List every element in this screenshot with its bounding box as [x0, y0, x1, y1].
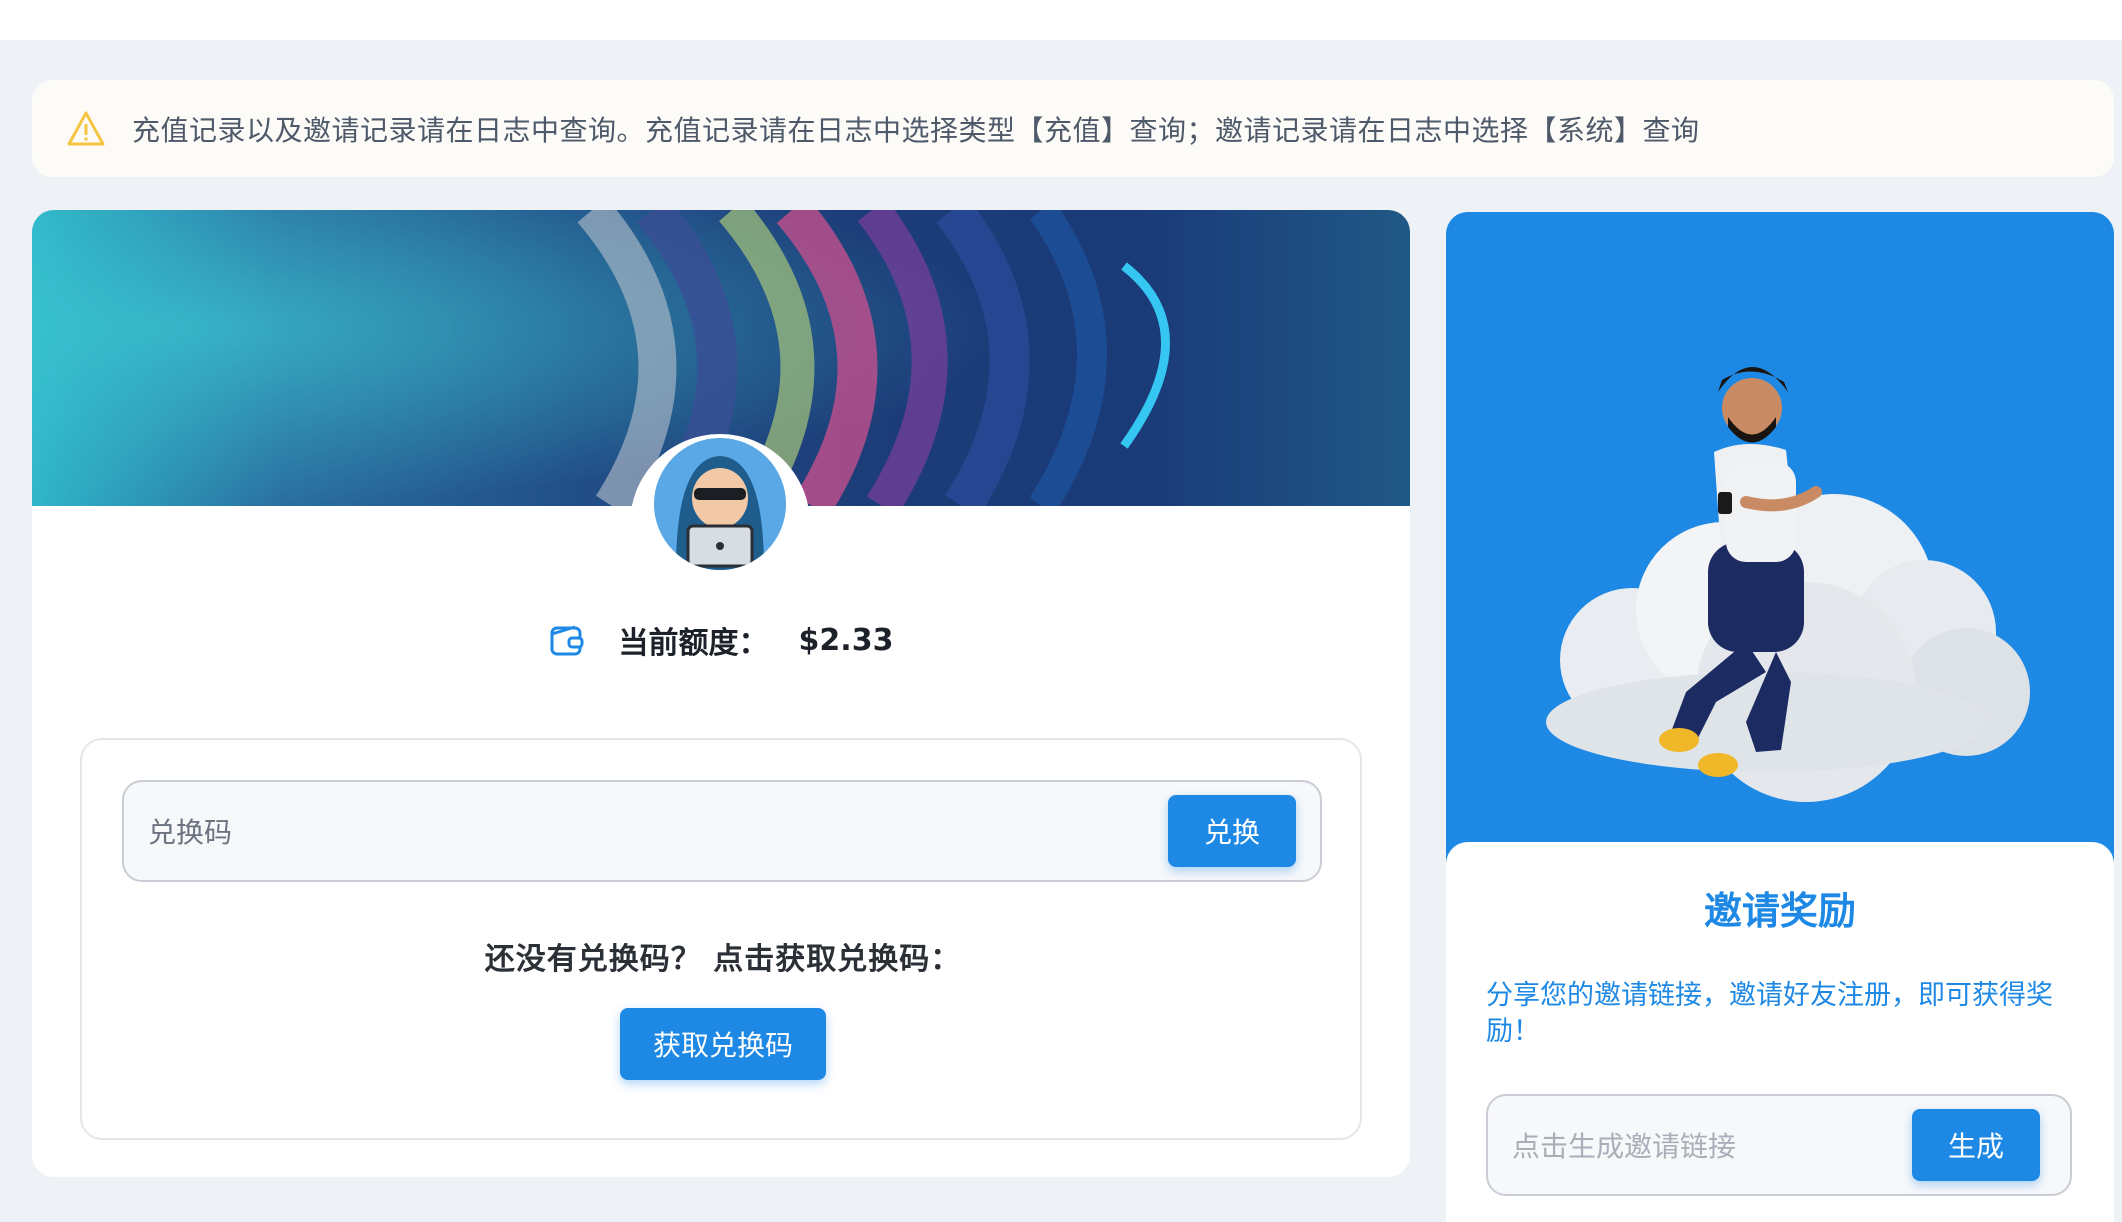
cloud-character-illustration — [1546, 367, 2030, 802]
redeem-panel: 兑换 还没有兑换码？ 点击获取兑换码： 获取兑换码 — [80, 738, 1362, 1140]
generate-button[interactable]: 生成 — [1912, 1109, 2040, 1181]
notice-banner: 充值记录以及邀请记录请在日志中查询。充值记录请在日志中选择类型【充值】查询；邀请… — [32, 80, 2114, 177]
balance-label: 当前额度： — [618, 626, 769, 661]
invite-title: 邀请奖励 — [1703, 889, 1856, 933]
notice-text: 充值记录以及邀请记录请在日志中查询。充值记录请在日志中选择类型【充值】查询；邀请… — [132, 113, 1700, 147]
redeem-input-group: 兑换 — [122, 780, 1322, 882]
wallet-icon — [549, 622, 585, 658]
invite-input-group: 生成 — [1486, 1094, 2072, 1196]
top-bar — [0, 0, 2122, 40]
invite-card: 邀请奖励 分享您的邀请链接，邀请好友注册，即可获得奖励！ 生成 — [1446, 212, 2114, 1222]
get-code-button[interactable]: 获取兑换码 — [620, 1008, 826, 1080]
avatar — [654, 438, 786, 570]
redeem-code-input[interactable] — [148, 802, 1148, 862]
invite-panel: 邀请奖励 分享您的邀请链接，邀请好友注册，即可获得奖励！ 生成 — [1446, 842, 2114, 1222]
wallet-card: 当前额度： $2.33 兑换 还没有兑换码？ 点击获取兑换码： 获取兑换码 — [32, 210, 1410, 1177]
warning-triangle-icon — [66, 109, 106, 149]
redeem-button[interactable]: 兑换 — [1168, 795, 1296, 867]
balance-amount: $2.33 — [798, 622, 894, 658]
invite-description: 分享您的邀请链接，邀请好友注册，即可获得奖励！ — [1486, 980, 2053, 1047]
invite-link-input[interactable] — [1512, 1116, 1912, 1176]
redeem-hint: 还没有兑换码？ 点击获取兑换码： — [484, 942, 962, 977]
balance-row: 当前额度： $2.33 — [32, 610, 1410, 670]
